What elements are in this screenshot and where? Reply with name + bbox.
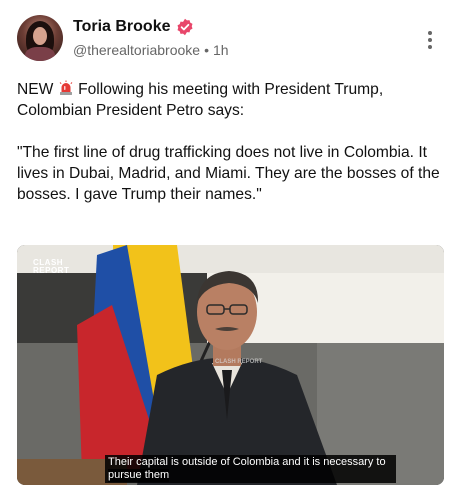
- watermark-top-b: REPORT: [33, 266, 70, 275]
- meta-separator: •: [204, 42, 209, 58]
- author-handle[interactable]: @therealtoriabrooke: [73, 42, 200, 58]
- video-caption: Their capital is outside of Colombia and…: [105, 455, 396, 483]
- post-header: Toria Brooke @therealtoriabrooke • 1h: [17, 15, 444, 65]
- more-vertical-icon[interactable]: [428, 31, 434, 51]
- post-intro: NEW Following his meeting with President…: [17, 79, 442, 121]
- video-player[interactable]: CLASH REPORT CLASH REPORT Their capital …: [17, 245, 444, 485]
- watermark-logo-top: CLASH REPORT: [33, 259, 69, 275]
- author-name[interactable]: Toria Brooke: [73, 18, 171, 36]
- post-time[interactable]: 1h: [213, 42, 229, 58]
- author-name-row: Toria Brooke: [73, 18, 194, 36]
- post-intro-prefix: NEW: [17, 81, 54, 98]
- avatar[interactable]: [17, 15, 63, 61]
- caption-line-2: pursue them: [108, 469, 170, 482]
- post-body: NEW Following his meeting with President…: [17, 79, 442, 226]
- post-quote: "The first line of drug trafficking does…: [17, 144, 440, 203]
- author-meta: @therealtoriabrooke • 1h: [73, 42, 229, 58]
- watermark-center: CLASH REPORT: [215, 359, 263, 365]
- police-siren-emoji-icon: [59, 80, 73, 95]
- caption-line-1: Their capital is outside of Colombia and…: [108, 456, 386, 468]
- video-frame: [17, 245, 444, 485]
- verified-badge-icon: [177, 18, 192, 36]
